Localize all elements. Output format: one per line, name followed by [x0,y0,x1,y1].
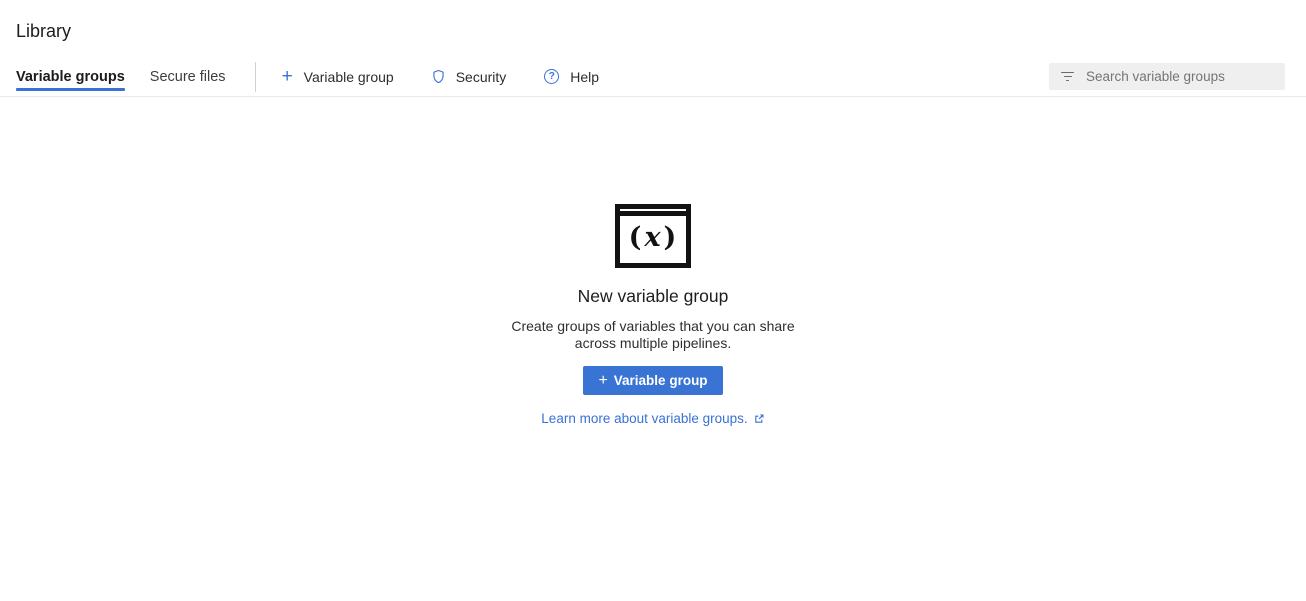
security-label: Security [456,69,507,85]
help-icon: ? [544,69,559,84]
empty-state-description: Create groups of variables that you can … [0,318,1306,352]
add-variable-group-toolbar-button[interactable]: + Variable group [282,69,394,85]
security-button[interactable]: Security [432,69,507,85]
description-line-2: across multiple pipelines. [575,335,731,351]
page-header: Library [0,0,1306,42]
glyph-open-paren: ( [629,224,643,251]
active-tab-underline [16,88,125,91]
search-box[interactable] [1049,63,1285,90]
search-input[interactable] [1086,69,1277,84]
learn-more-link[interactable]: Learn more about variable groups. [541,411,764,426]
toolbar-divider [255,62,256,92]
help-button[interactable]: ? Help [544,69,599,85]
help-label: Help [570,69,599,85]
tab-toolbar-row: Variable groups Secure files + Variable … [0,57,1306,97]
tab-variable-groups-label: Variable groups [16,69,125,85]
variable-group-icon-titlebar [620,209,686,216]
create-variable-group-button-label: Variable group [614,373,708,388]
learn-more-link-label: Learn more about variable groups. [541,411,747,426]
description-line-1: Create groups of variables that you can … [511,318,794,334]
empty-state: ( x ) New variable group Create groups o… [0,204,1306,428]
tab-secure-files[interactable]: Secure files [150,57,226,96]
tab-secure-files-label: Secure files [150,69,226,85]
external-link-icon [753,413,765,425]
filter-icon [1061,72,1074,82]
variable-group-icon: ( x ) [615,204,691,268]
tab-variable-groups[interactable]: Variable groups [16,57,125,96]
shield-icon [432,69,445,84]
toolbar: + Variable group Security ? Help [282,69,600,85]
glyph-x: x [642,224,663,251]
add-variable-group-toolbar-label: Variable group [304,69,394,85]
empty-state-title: New variable group [0,286,1306,307]
page-title: Library [16,20,1306,42]
help-icon-glyph: ? [549,72,555,82]
plus-icon: + [598,374,607,387]
variable-group-icon-glyph: ( x ) [620,216,686,258]
glyph-close-paren: ) [664,224,678,251]
create-variable-group-button[interactable]: + Variable group [583,366,722,395]
plus-icon: + [282,70,293,84]
